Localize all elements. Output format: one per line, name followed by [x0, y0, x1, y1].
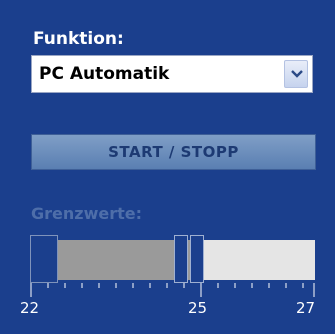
tick-label-max: 27	[296, 299, 316, 317]
tick-label-mid: 25	[188, 299, 208, 317]
function-label: Funktion:	[33, 29, 124, 49]
slider-min-cap	[30, 235, 58, 283]
slider-tick-labels: 22 25 27	[20, 298, 330, 318]
limits-label: Grenzwerte:	[31, 204, 142, 223]
chevron-down-icon	[291, 70, 303, 78]
control-panel: Funktion: PC Automatik START / STOPP Gre…	[0, 0, 335, 334]
function-select-value: PC Automatik	[39, 64, 170, 84]
function-select[interactable]: PC Automatik	[31, 55, 313, 93]
slider-tick-marks	[30, 283, 315, 297]
limits-range-slider[interactable]	[30, 235, 315, 283]
slider-lower-handle[interactable]	[174, 235, 188, 283]
function-select-dropdown-button[interactable]	[284, 60, 308, 88]
slider-track	[204, 240, 315, 280]
start-stop-button[interactable]: START / STOPP	[31, 134, 316, 170]
tick-label-min: 22	[20, 299, 40, 317]
slider-upper-handle[interactable]	[190, 235, 204, 283]
